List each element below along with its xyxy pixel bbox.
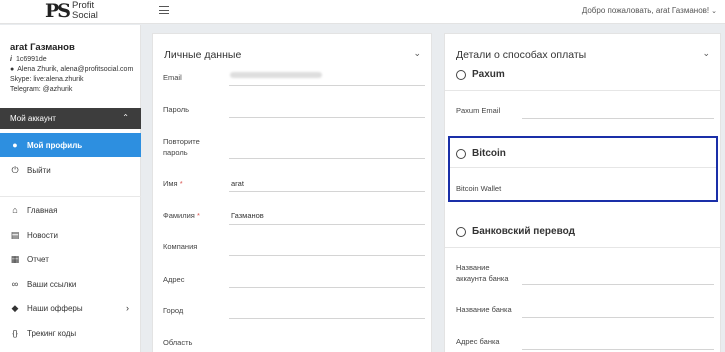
paxum-email-label: Paxum Email	[456, 106, 501, 115]
paxum-radio[interactable]	[456, 70, 466, 80]
sidebar-item-label: Главная	[27, 205, 58, 215]
account-label: Мой аккаунт	[10, 114, 56, 123]
sidebar-item-label: Трекинг коды	[27, 328, 77, 338]
menu-toggle-icon[interactable]	[159, 6, 169, 14]
last-name-field[interactable]	[229, 224, 425, 225]
skype-line: Skype: live:alena.zhurik	[10, 76, 84, 83]
email-value-blurred	[230, 72, 322, 78]
profitsocial-logo[interactable]: PS Profit Social	[45, 0, 98, 22]
sidebar-divider	[0, 196, 141, 197]
layers-icon: ◆	[11, 302, 19, 313]
personal-data-card: Личные данные ⌄	[152, 33, 432, 352]
sidebar-item-label: Новости	[27, 230, 58, 240]
sidebar-item-home[interactable]: ⌂ Главная	[0, 198, 141, 222]
required-mark: *	[196, 211, 200, 220]
company-label: Компания	[163, 242, 198, 251]
bitcoin-section-highlight	[448, 136, 718, 202]
report-icon: ▦	[10, 253, 20, 264]
email-field[interactable]	[229, 85, 425, 86]
sidebar-item-tracking[interactable]: {} Трекинг коды	[0, 321, 141, 345]
bank-name-field[interactable]	[522, 317, 714, 318]
bank-account-label-line-1: Название	[456, 263, 490, 272]
logo-line-2: Social	[72, 10, 98, 21]
manager-contact: Alena Zhurik, alena@profitsocial.com	[17, 66, 134, 73]
user-icon: ●	[12, 140, 18, 150]
required-mark: *	[179, 179, 183, 188]
repeat-password-label: Повторите пароль	[163, 136, 200, 158]
logo-text: Profit Social	[72, 1, 98, 21]
code-icon: {}	[12, 328, 18, 338]
chevron-down-icon[interactable]: ⌄	[413, 48, 421, 59]
email-label: Email	[163, 73, 182, 82]
bank-transfer-radio[interactable]	[456, 227, 466, 237]
first-name-value: arat	[231, 179, 244, 188]
sidebar: arat Газманов i 1c6991de ● Alena Zhurik, a…	[0, 25, 141, 352]
power-icon: ⏻	[11, 164, 19, 175]
sidebar-item-label: Отчет	[27, 254, 49, 264]
bank-address-field[interactable]	[522, 349, 714, 350]
last-name-label: Фамилия *	[163, 210, 200, 221]
sidebar-item-my-profile[interactable]: ● Мой профиль	[0, 133, 141, 157]
telegram-line: Telegram: @azhurik	[10, 86, 73, 93]
password-field[interactable]	[229, 117, 425, 118]
divider	[445, 90, 720, 91]
repeat-label-line-1: Повторите	[163, 137, 200, 146]
welcome-text: Добро пожаловать, arat Газманов!	[581, 6, 710, 15]
company-field[interactable]	[229, 255, 425, 256]
sidebar-item-label: Наши офферы	[27, 303, 83, 313]
sidebar-item-news[interactable]: ▤ Новости	[0, 223, 141, 247]
repeat-password-field[interactable]	[229, 158, 425, 159]
first-name-field[interactable]	[229, 191, 425, 192]
user-id: 1c6991de	[15, 56, 47, 63]
top-bar: PS Profit Social Добро пожаловать, arat …	[0, 0, 725, 24]
bank-account-name-field[interactable]	[522, 284, 714, 285]
first-name-label: Имя *	[163, 178, 183, 189]
region-label: Область	[163, 338, 193, 347]
sidebar-item-label: Выйти	[27, 165, 51, 175]
info-icon: i	[10, 56, 12, 63]
sidebar-item-logout[interactable]: ⏻ Выйти	[0, 158, 141, 182]
logo-mark: PS	[45, 0, 71, 22]
bank-address-label: Адрес банка	[456, 337, 500, 346]
chevron-up-icon: ⌃	[122, 113, 129, 122]
chevron-down-icon: ⌄	[711, 8, 717, 15]
chevron-down-icon[interactable]: ⌄	[702, 48, 710, 59]
user-name: arat Газманов	[10, 42, 75, 53]
divider	[445, 247, 720, 248]
news-icon: ▤	[10, 229, 20, 240]
last-name-label-text: Фамилия	[163, 211, 195, 220]
last-name-value: Газманов	[231, 211, 264, 220]
home-icon: ⌂	[12, 205, 18, 215]
chevron-right-icon: ›	[126, 303, 129, 313]
card-title: Детали о способах оплаты	[456, 49, 587, 61]
card-title: Личные данные	[164, 49, 242, 61]
sidebar-item-label: Ваши ссылки	[27, 279, 77, 289]
first-name-label-text: Имя	[163, 179, 178, 188]
bank-transfer-title: Банковский перевод	[472, 226, 575, 237]
password-label: Пароль	[163, 105, 190, 114]
paxum-title: Paxum	[472, 69, 505, 80]
sidebar-item-links[interactable]: ∞ Ваши ссылки	[0, 272, 141, 296]
bank-name-label: Название банка	[456, 305, 512, 314]
address-field[interactable]	[229, 287, 425, 288]
repeat-label-line-2: пароль	[163, 148, 188, 157]
sidebar-item-offers[interactable]: ◆ Наши офферы ›	[0, 296, 141, 320]
manager-icon: ●	[10, 66, 15, 73]
city-label: Город	[163, 306, 184, 315]
address-label: Адрес	[163, 275, 185, 284]
account-menu-toggle[interactable]: Мой аккаунт ⌃	[0, 108, 141, 129]
manager-line: ● Alena Zhurik, alena@profitsocial.com	[10, 66, 133, 73]
bank-account-label-line-2: аккаунта банка	[456, 274, 509, 283]
paxum-email-field[interactable]	[522, 118, 714, 119]
user-id-line: i 1c6991de	[10, 56, 47, 63]
sidebar-item-label: Мой профиль	[27, 140, 83, 150]
user-menu[interactable]: Добро пожаловать, arat Газманов! ⌄	[582, 6, 717, 15]
bank-account-name-label: Название аккаунта банка	[456, 262, 509, 284]
link-icon: ∞	[11, 279, 19, 289]
city-field[interactable]	[229, 318, 425, 319]
sidebar-item-report[interactable]: ▦ Отчет	[0, 247, 141, 271]
